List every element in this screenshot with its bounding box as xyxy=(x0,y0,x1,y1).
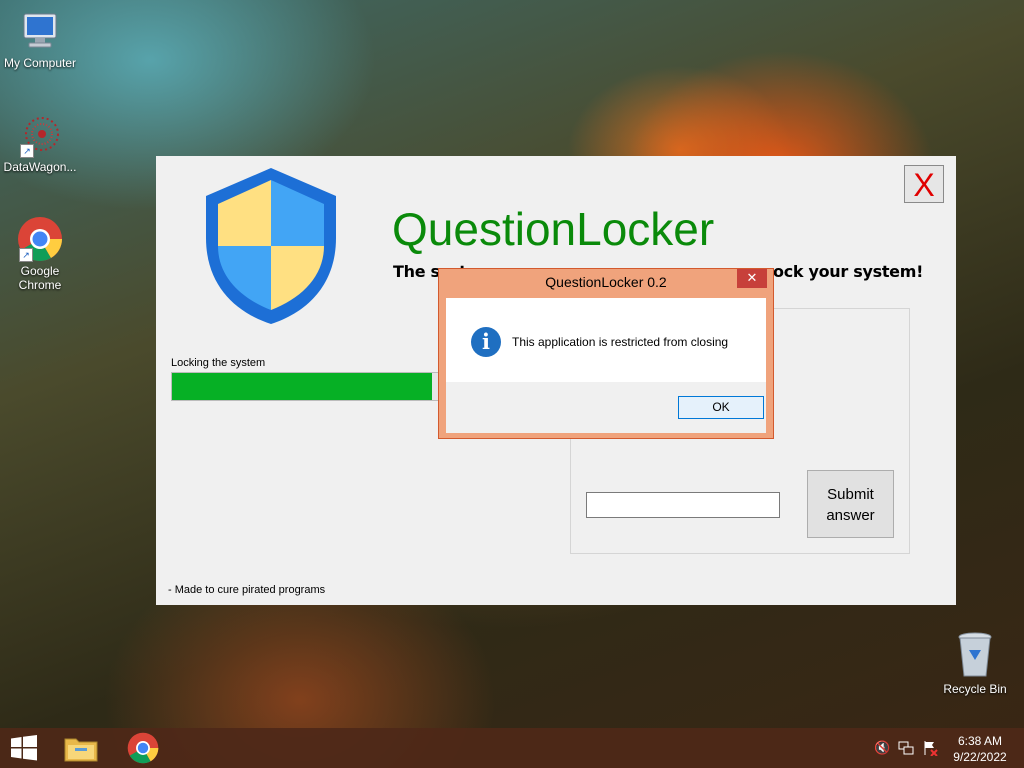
dialog-body: i This application is restricted from cl… xyxy=(446,298,766,433)
submit-answer-button[interactable]: Submit answer xyxy=(807,470,894,538)
start-button[interactable] xyxy=(0,728,48,768)
recycle-bin-icon xyxy=(955,630,995,680)
progress-label: Locking the system xyxy=(171,357,266,369)
desktop-icon-datawagon[interactable]: ↗ DataWagon... xyxy=(0,114,80,174)
desktop-icon-label: Google Chrome xyxy=(18,264,62,292)
network-icon[interactable] xyxy=(898,740,914,756)
action-center-flag-icon[interactable] xyxy=(922,740,938,757)
info-icon: i xyxy=(471,327,501,357)
dialog-message-area: i This application is restricted from cl… xyxy=(446,298,766,382)
clock-date: 9/22/2022 xyxy=(953,750,1007,764)
taskbar-clock[interactable]: 6:38 AM 9/22/2022 xyxy=(948,733,1012,765)
windows-start-icon xyxy=(11,735,37,761)
app-close-button[interactable]: X xyxy=(904,165,944,203)
app-title: QuestionLocker xyxy=(392,203,715,255)
shortcut-arrow-icon: ↗ xyxy=(20,144,34,158)
taskbar-file-explorer[interactable] xyxy=(58,728,104,768)
desktop-icon-my-computer[interactable]: My Computer xyxy=(0,10,80,70)
desktop-icon-label: DataWagon... xyxy=(3,160,77,174)
chrome-icon: ↗ xyxy=(17,216,63,262)
dialog-message: This application is restricted from clos… xyxy=(512,335,729,349)
dialog-title: QuestionLocker 0.2 xyxy=(545,274,667,290)
taskbar: 🔇 6:38 AM 9/22/2022 xyxy=(0,728,1024,768)
datawagon-icon: ↗ xyxy=(18,114,62,158)
dialog-close-button[interactable]: ✕ xyxy=(737,269,767,288)
desktop-icon-label: My Computer xyxy=(3,56,77,70)
app-subtitle-right: ock your system! xyxy=(773,262,924,281)
progress-bar-fill xyxy=(172,373,432,400)
my-computer-icon xyxy=(18,10,62,54)
footer-note: - Made to cure pirated programs xyxy=(168,584,326,596)
ok-button[interactable]: OK xyxy=(678,396,764,419)
shield-icon xyxy=(204,166,338,331)
chrome-icon xyxy=(127,732,159,764)
answer-input[interactable] xyxy=(586,492,780,518)
message-dialog: QuestionLocker 0.2 ✕ i This application … xyxy=(438,268,774,439)
desktop-icon-recycle-bin[interactable]: Recycle Bin xyxy=(935,630,1015,696)
file-explorer-icon xyxy=(64,738,98,762)
shortcut-arrow-icon: ↗ xyxy=(19,248,33,262)
taskbar-chrome[interactable] xyxy=(120,728,166,768)
volume-muted-icon[interactable]: 🔇 xyxy=(874,740,890,756)
clock-time: 6:38 AM xyxy=(957,734,1003,748)
desktop-icon-google-chrome[interactable]: ↗ Google Chrome xyxy=(0,216,80,292)
desktop-icon-label: Recycle Bin xyxy=(943,682,1007,696)
